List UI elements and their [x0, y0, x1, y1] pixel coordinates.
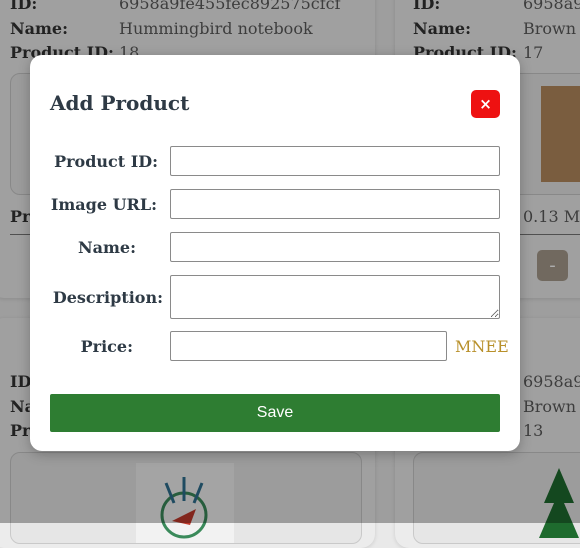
- save-button[interactable]: Save: [50, 394, 500, 432]
- product-id-label: Product ID:: [54, 152, 158, 171]
- name-label: Name:: [77, 238, 136, 257]
- product-id-input[interactable]: [170, 146, 500, 176]
- add-product-dialog: Add Product × Product ID: Image URL: Nam…: [30, 55, 520, 451]
- price-label: Price:: [80, 337, 133, 356]
- close-icon: ×: [479, 95, 492, 113]
- image-url-input[interactable]: [170, 189, 500, 219]
- price-input[interactable]: [170, 331, 447, 361]
- currency-label: MNEE: [455, 337, 509, 356]
- dialog-title: Add Product: [50, 91, 190, 115]
- image-url-label: Image URL:: [50, 195, 157, 214]
- name-input[interactable]: [170, 232, 500, 262]
- description-textarea[interactable]: [170, 275, 500, 319]
- description-label: Description:: [52, 288, 163, 307]
- close-button[interactable]: ×: [471, 90, 500, 118]
